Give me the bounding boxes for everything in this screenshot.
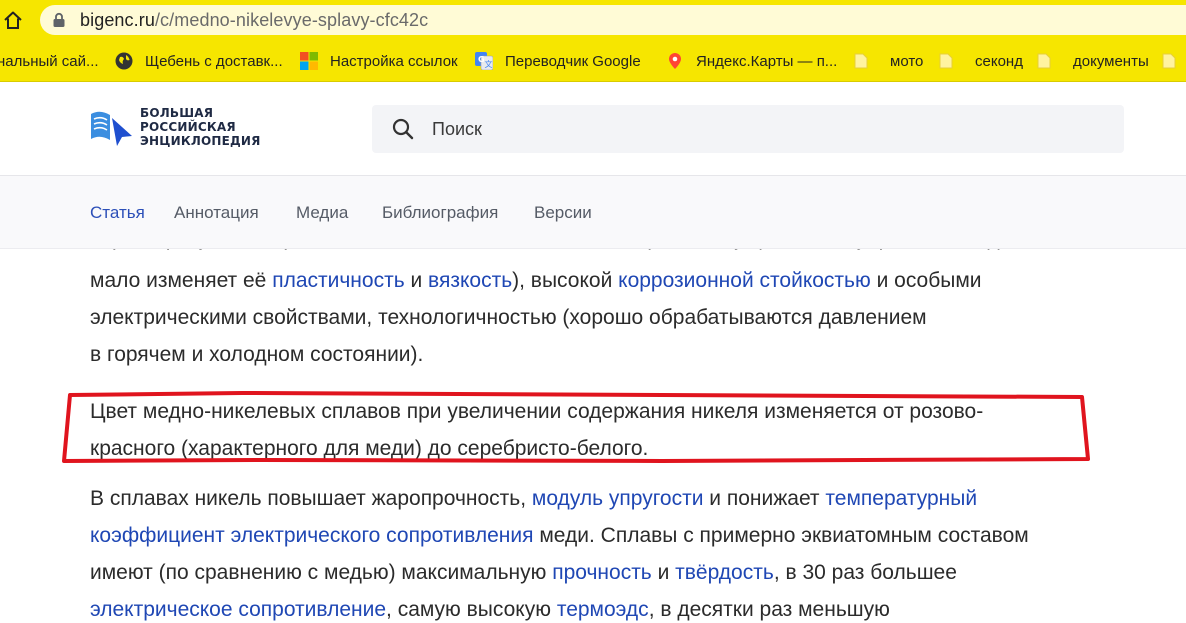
- tab-annotation[interactable]: Аннотация: [174, 176, 259, 250]
- text-span: , в 30 раз большее: [773, 561, 957, 584]
- url-domain: bigenc.ru: [80, 9, 155, 30]
- windows-logo-icon: [300, 52, 318, 70]
- logo-line: РОССИЙСКАЯ: [140, 120, 236, 134]
- text-line: в горячем и холодном состоянии).: [90, 343, 424, 366]
- paragraph: мало изменяет её пластичность и вязкость…: [90, 262, 1100, 373]
- search-box[interactable]: [372, 105, 1124, 153]
- text-span: , в десятки раз меньшую: [648, 598, 890, 621]
- google-translate-icon: G 文: [475, 52, 493, 70]
- clipped-text-area: характеризуются хорошими механическими с…: [90, 249, 1100, 261]
- link-corrosion-resistance[interactable]: коррозионной стойкостью: [618, 269, 871, 292]
- text-span: и понижает: [703, 487, 826, 510]
- link-electrical-resistance[interactable]: электрическое сопротивление: [90, 598, 386, 621]
- bookmark-item[interactable]: G 文 Переводчик Google: [475, 40, 641, 81]
- link-temperature-coefficient[interactable]: температурный: [825, 487, 977, 510]
- search-icon[interactable]: [392, 118, 414, 140]
- text-span: и: [404, 269, 429, 292]
- link-elastic-modulus[interactable]: модуль упругости: [532, 487, 704, 510]
- bookmark-label: Настройка ссылок: [330, 52, 458, 70]
- article-tabs: Статья Аннотация Медиа Библиография Верс…: [0, 175, 1186, 249]
- text-span: В сплавах никель повышает жаропрочность,: [90, 487, 532, 510]
- red-highlight-frame: [62, 391, 1090, 463]
- url-field[interactable]: bigenc.ru/c/medno-nikelevye-splavy-cfc42…: [40, 5, 1186, 35]
- text-span: и: [651, 561, 676, 584]
- home-icon[interactable]: [2, 9, 24, 31]
- folder-icon: [1162, 53, 1176, 69]
- clipped-text-line: характеризуются хорошими механическими с…: [90, 249, 1017, 257]
- text-line: электрическими свойствами, технологичнос…: [90, 306, 927, 329]
- search-input[interactable]: [432, 118, 1032, 140]
- lock-icon[interactable]: [52, 12, 66, 28]
- map-pin-icon: [669, 53, 681, 69]
- folder-icon: [1037, 53, 1051, 69]
- text-span: имеют (по сравнению с медью) максимальну…: [90, 561, 553, 584]
- text-line: мало изменяет её пластичность и вязкость…: [90, 262, 1100, 299]
- link-thermo-emf[interactable]: термоэдс: [557, 598, 649, 621]
- bookmark-label: Переводчик Google: [505, 52, 641, 70]
- book-logo-icon: [91, 111, 132, 146]
- bookmark-label: Щебень с доставк...: [145, 52, 283, 70]
- logo-text: БОЛЬШАЯ РОССИЙСКАЯ ЭНЦИКЛОПЕДИЯ: [140, 106, 261, 148]
- bookmark-folder[interactable]: [1162, 40, 1186, 81]
- link-toughness[interactable]: вязкость: [428, 269, 512, 292]
- paragraph: В сплавах никель повышает жаропрочность,…: [90, 480, 1100, 623]
- tab-bibliography[interactable]: Библиография: [382, 176, 498, 250]
- url-path: /c/medno-nikelevye-splavy-cfc42c: [154, 9, 429, 30]
- text-span: , самую высокую: [386, 598, 557, 621]
- bookmarks-bar: нальный сай... Щебень с доставк... Настр…: [0, 40, 1186, 82]
- bookmark-item[interactable]: Настройка ссылок: [300, 40, 458, 81]
- folder-icon: [854, 53, 868, 69]
- address-bar: bigenc.ru/c/medno-nikelevye-splavy-cfc42…: [0, 0, 1186, 40]
- tab-versions[interactable]: Версии: [534, 176, 592, 250]
- bookmark-label: нальный сай...: [0, 52, 99, 70]
- link-hardness[interactable]: твёрдость: [675, 561, 774, 584]
- text-line: электрическое сопротивление, самую высок…: [90, 591, 1100, 623]
- bookmark-label: секонд: [975, 52, 1023, 70]
- bookmark-label: Яндекс.Карты — п...: [696, 52, 838, 70]
- text-line: коэффициент электрического сопротивления…: [90, 517, 1100, 554]
- site-logo[interactable]: БОЛЬШАЯ РОССИЙСКАЯ ЭНЦИКЛОПЕДИЯ: [90, 106, 261, 148]
- bookmark-folder[interactable]: документы: [1037, 40, 1149, 81]
- bookmark-folder[interactable]: мото: [854, 40, 924, 81]
- globe-icon: [115, 52, 133, 70]
- text-span: ), высокой: [512, 269, 619, 292]
- text-span: и особыми: [870, 269, 982, 292]
- text-line: имеют (по сравнению с медью) максимальну…: [90, 554, 1100, 591]
- tab-media[interactable]: Медиа: [296, 176, 348, 250]
- bookmark-folder[interactable]: секонд: [939, 40, 1023, 81]
- bookmark-item[interactable]: Яндекс.Карты — п...: [666, 40, 838, 81]
- bookmark-item[interactable]: нальный сай...: [0, 40, 99, 81]
- logo-line: БОЛЬШАЯ: [140, 106, 214, 120]
- svg-text:文: 文: [485, 59, 493, 69]
- link-resistance-coefficient[interactable]: коэффициент электрического сопротивления: [90, 524, 534, 547]
- link-strength[interactable]: прочность: [552, 561, 652, 584]
- url-text: bigenc.ru/c/medno-nikelevye-splavy-cfc42…: [80, 10, 428, 31]
- text-span: меди. Сплавы с примерно эквиатомным сост…: [533, 524, 1029, 547]
- link-plasticity[interactable]: пластичность: [272, 269, 404, 292]
- bookmark-item[interactable]: Щебень с доставк...: [115, 40, 283, 81]
- tab-article[interactable]: Статья: [90, 176, 145, 250]
- bookmark-label: мото: [890, 52, 924, 70]
- site-header: БОЛЬШАЯ РОССИЙСКАЯ ЭНЦИКЛОПЕДИЯ: [0, 83, 1186, 175]
- text-line: В сплавах никель повышает жаропрочность,…: [90, 480, 1100, 517]
- logo-line: ЭНЦИКЛОПЕДИЯ: [140, 134, 261, 148]
- bookmark-label: документы: [1073, 52, 1149, 70]
- folder-icon: [939, 53, 953, 69]
- text-span: мало изменяет её: [90, 269, 273, 292]
